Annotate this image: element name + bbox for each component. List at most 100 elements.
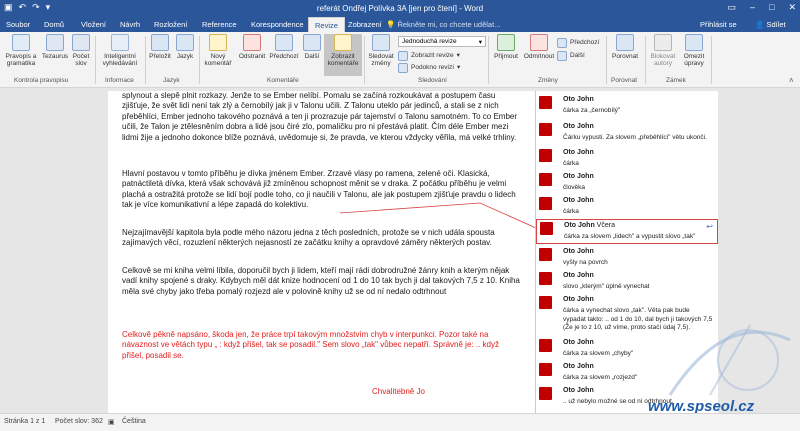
avatar — [539, 339, 552, 352]
thesaurus-button[interactable]: Tezaurus — [40, 34, 70, 60]
reply-icon[interactable]: ↩ — [706, 222, 713, 231]
group-label-changes: Změny — [538, 77, 558, 84]
language-button[interactable]: Jazyk — [174, 34, 196, 60]
tab-vlozeni[interactable]: Vložení — [81, 20, 106, 29]
comment-time: Včera — [596, 222, 615, 229]
language-status[interactable]: Čeština — [122, 418, 146, 425]
compare-button[interactable]: Porovnat — [608, 34, 642, 60]
comment-text: člověka — [563, 184, 586, 191]
comment[interactable]: Oto John slovo „kterým" úplně vynechat — [539, 272, 715, 294]
window-title: referát Ondřej Polívka 3A [jen pro čtení… — [316, 4, 484, 13]
display-for-review-dropdown[interactable]: Jednoduchá revize ▾ — [398, 36, 486, 47]
delete-comment-button[interactable]: Odstranit — [236, 34, 268, 60]
collapse-ribbon-icon[interactable]: ˄ — [789, 76, 794, 85]
window-controls: ▭ – □ ✕ — [727, 2, 796, 13]
avatar — [539, 248, 552, 261]
track-changes-button[interactable]: Sledovat změny — [366, 34, 396, 68]
reviewing-pane-button[interactable]: Podokno revizí ▾ — [398, 63, 460, 73]
accept-button[interactable]: Přijmout — [490, 34, 522, 60]
previous-change-icon — [557, 38, 567, 48]
show-markup-button[interactable]: Zobrazit revize ▾ — [398, 51, 460, 61]
comment-connector-line — [340, 202, 537, 229]
tab-soubor[interactable]: Soubor — [6, 20, 30, 29]
word-count[interactable]: Počet slov: 362 — [55, 418, 103, 425]
comment-author: Oto John — [563, 197, 594, 204]
restrict-editing-button[interactable]: Omezit úpravy — [680, 34, 708, 68]
tab-reference[interactable]: Reference — [202, 20, 237, 29]
separator — [364, 36, 365, 84]
reviewing-pane-icon — [398, 63, 408, 73]
comment[interactable]: Oto John čárka — [539, 149, 715, 171]
translate-button[interactable]: Přeložit — [147, 34, 173, 60]
status-bar: Stránka 1 z 1 Počet slov: 362 ▣ Čeština — [0, 413, 800, 431]
tab-zobrazeni[interactable]: Zobrazení — [348, 20, 382, 29]
reject-button[interactable]: Odmítnout — [522, 34, 556, 60]
tab-korespondence[interactable]: Korespondence — [251, 20, 304, 29]
avatar — [539, 363, 552, 376]
comment-text: Čárku vypusti. Za slovem „přeběhlíci" vě… — [563, 134, 707, 141]
lightbulb-icon: 💡 — [386, 20, 398, 29]
separator — [145, 36, 146, 84]
previous-comment-button[interactable]: Předchozí — [268, 34, 300, 60]
tab-domu[interactable]: Domů — [44, 20, 64, 29]
block-authors-button[interactable]: Blokovat autory — [647, 34, 679, 68]
comment-author: Oto John — [563, 123, 594, 130]
comment[interactable]: Oto John Čárku vypusti. Za slovem „přeběh… — [539, 123, 715, 145]
tab-rozlozeni[interactable]: Rozložení — [154, 20, 187, 29]
tab-navrh[interactable]: Návrh — [120, 20, 140, 29]
show-comments-button[interactable]: Zobrazit komentáře — [324, 34, 362, 76]
avatar — [539, 96, 552, 109]
comment-text: slovo „kterým" úplně vynechat — [563, 283, 650, 290]
maximize-icon[interactable]: □ — [769, 2, 774, 13]
teacher-feedback: Celkově pěkně napsáno, škoda jen, že prá… — [122, 330, 499, 360]
comment-author: Oto John — [563, 296, 594, 303]
avatar — [540, 222, 553, 235]
sign-in-link[interactable]: Přihlásit se — [700, 20, 737, 29]
previous-change-button[interactable]: Předchozí — [557, 38, 599, 48]
next-comment-button[interactable]: Další — [301, 34, 323, 60]
comment-author: Oto John — [563, 149, 594, 156]
comment[interactable]: Oto John vyšly na povrch — [539, 248, 715, 270]
tell-me-search[interactable]: 💡 Řekněte mi, co chcete udělat... — [386, 20, 500, 29]
tab-revize[interactable]: Revize — [308, 17, 345, 32]
next-comment-icon — [303, 34, 321, 51]
minimize-icon[interactable]: – — [750, 2, 755, 13]
watermark-logo — [668, 324, 791, 396]
proofing-status-icon[interactable]: ▣ — [108, 418, 115, 426]
new-comment-button[interactable]: Nový komentář — [201, 34, 235, 68]
word-count-button[interactable]: Počet slov — [70, 34, 92, 68]
separator — [645, 36, 646, 84]
page-count[interactable]: Stránka 1 z 1 — [4, 418, 45, 425]
separator — [711, 36, 712, 84]
comment-selected[interactable]: Oto John Včera čárka za slovem „lidech" a… — [536, 219, 718, 244]
show-markup-icon — [398, 51, 408, 61]
comment-author: Oto John — [563, 96, 594, 103]
smart-lookup-icon — [111, 34, 129, 51]
comment[interactable]: Oto John člověka — [539, 173, 715, 195]
avatar — [539, 387, 552, 400]
spelling-button[interactable]: Pravopis a gramatika — [3, 34, 39, 68]
person-icon: 👤 — [755, 20, 767, 29]
spelling-icon — [12, 34, 30, 51]
comment-author: Oto John — [563, 272, 594, 279]
group-label-proofing: Kontrola pravopisu — [14, 77, 69, 84]
comment-text: čárka za „černobílý" — [563, 107, 621, 114]
next-change-button[interactable]: Další — [557, 51, 585, 61]
group-label-tracking: Sledování — [418, 77, 447, 84]
comment[interactable]: Oto John čárka — [539, 197, 715, 219]
comment-author: Oto John — [563, 339, 594, 346]
smart-lookup-button[interactable]: Inteligentní vyhledávání — [97, 34, 143, 68]
accept-icon — [497, 34, 515, 51]
comment-text: čárka — [563, 208, 579, 215]
previous-comment-icon — [275, 34, 293, 51]
delete-comment-icon — [243, 34, 261, 51]
share-button[interactable]: 👤 Sdílet — [755, 20, 786, 29]
language-icon — [176, 34, 194, 51]
separator — [488, 36, 489, 84]
comment-author: Oto John — [563, 248, 594, 255]
comment[interactable]: Oto John čárka za „černobílý" — [539, 96, 715, 118]
reject-icon — [530, 34, 548, 51]
thesaurus-icon — [46, 34, 64, 51]
ribbon-options-icon[interactable]: ▭ — [727, 2, 736, 13]
close-icon[interactable]: ✕ — [788, 2, 796, 13]
